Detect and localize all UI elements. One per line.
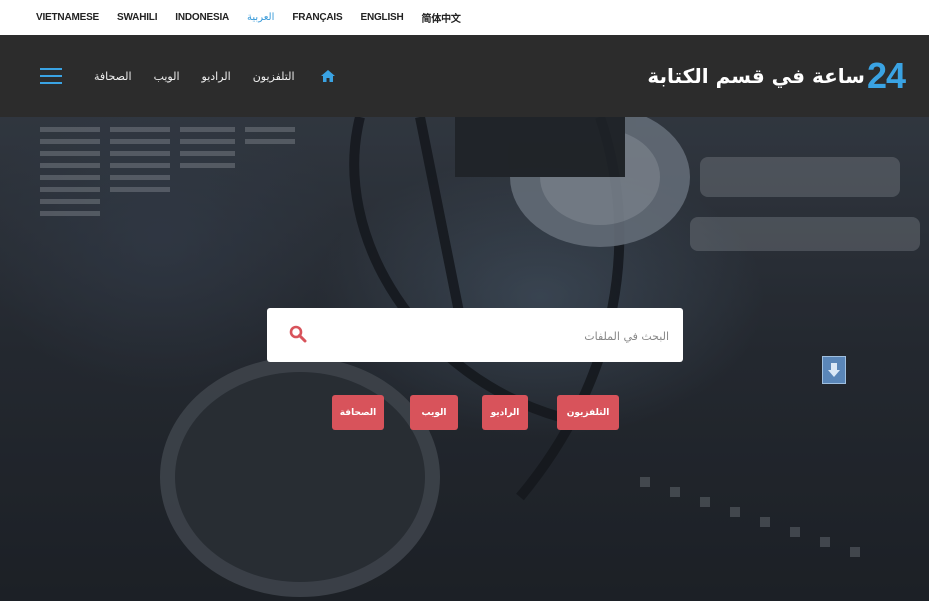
nav-item-web[interactable]: الويب xyxy=(154,70,180,83)
search-input[interactable] xyxy=(337,320,671,352)
site-logo[interactable]: 24 ساعة في قسم الكتابة xyxy=(647,35,906,117)
scroll-down-button[interactable] xyxy=(822,356,846,384)
home-icon[interactable] xyxy=(320,70,335,82)
nav-item-radio[interactable]: الراديو xyxy=(202,70,231,83)
search-box xyxy=(267,308,683,362)
main-nav: الصحافة الويب الراديو التلفزيون xyxy=(40,35,335,117)
arrow-down-icon xyxy=(828,363,840,377)
site-header: الصحافة الويب الراديو التلفزيون 24 ساعة … xyxy=(0,35,929,117)
lang-indonesia[interactable]: INDONESIA xyxy=(175,12,229,23)
lang-english[interactable]: ENGLISH xyxy=(360,12,403,23)
menu-icon[interactable] xyxy=(40,66,62,86)
chip-press[interactable]: الصحافة xyxy=(332,395,384,430)
lang-arabic[interactable]: العربية xyxy=(247,12,275,23)
lang-vietnamese[interactable]: VIETNAMESE xyxy=(36,12,99,23)
logo-title: ساعة في قسم الكتابة xyxy=(647,64,865,88)
nav-item-tv[interactable]: التلفزيون xyxy=(253,70,295,83)
logo-number: 24 xyxy=(866,55,906,96)
chip-radio[interactable]: الراديو xyxy=(482,395,528,430)
chip-web[interactable]: الويب xyxy=(410,395,458,430)
lang-chinese[interactable]: 简体中文 xyxy=(422,10,461,25)
lang-swahili[interactable]: SWAHILI xyxy=(117,12,157,23)
chip-tv[interactable]: التلفزيون xyxy=(557,395,619,430)
nav-item-press[interactable]: الصحافة xyxy=(94,70,132,83)
language-bar: VIETNAMESE SWAHILI INDONESIA العربية FRA… xyxy=(0,0,929,35)
lang-french[interactable]: FRANÇAIS xyxy=(292,12,342,23)
search-icon[interactable] xyxy=(289,325,307,343)
hero-section: التلفزيون الراديو الويب الصحافة xyxy=(0,117,929,601)
